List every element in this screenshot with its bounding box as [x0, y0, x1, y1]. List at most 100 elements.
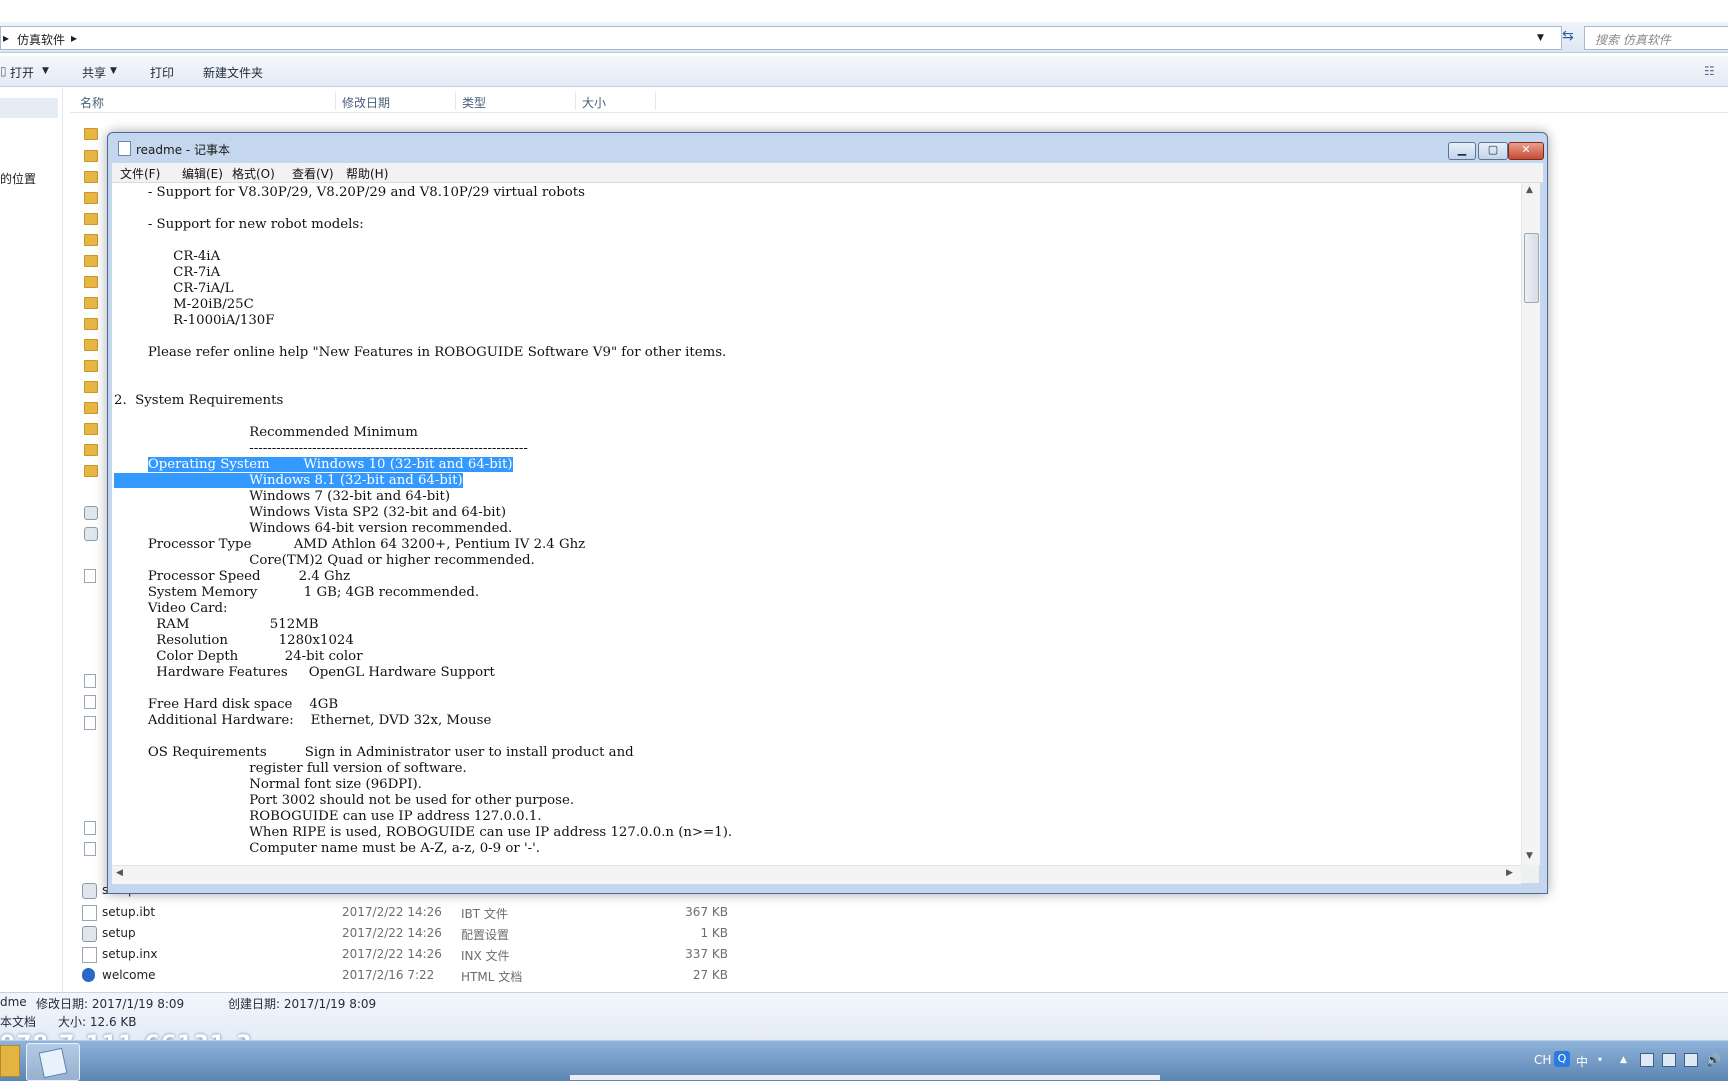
notepad-window: readme - 记事本 ▁ ▢ ✕ 文件(F) 编辑(E) 格式(O) 查看(…: [107, 132, 1548, 894]
device-icon[interactable]: [1662, 1053, 1676, 1067]
column-name[interactable]: 名称: [80, 94, 104, 111]
text-line: Recommended Minimum: [114, 425, 418, 440]
folder-icon: [84, 192, 98, 204]
folder-icon: [84, 234, 98, 246]
action-center-icon[interactable]: [1640, 1053, 1654, 1067]
column-divider[interactable]: [455, 92, 456, 110]
menu-view[interactable]: 查看(V): [292, 165, 334, 182]
maximize-button[interactable]: ▢: [1478, 142, 1508, 160]
refresh-icon[interactable]: ⇆: [1562, 28, 1574, 44]
folder-icon: [84, 318, 98, 330]
column-divider[interactable]: [335, 92, 336, 110]
file-type: HTML 文档: [461, 970, 523, 984]
file-row[interactable]: setup.ibt 2017/2/22 14:26 IBT 文件 367 KB: [80, 902, 728, 923]
ime-arrow-icon[interactable]: ▾: [1598, 1055, 1602, 1064]
network-icon[interactable]: [1684, 1053, 1698, 1067]
file-row[interactable]: setup.inx 2017/2/22 14:26 INX 文件 337 KB: [80, 944, 728, 965]
scroll-left-icon[interactable]: ◀: [116, 868, 123, 878]
folder-icon: [84, 423, 98, 435]
column-divider[interactable]: [575, 92, 576, 110]
folder-icon: [84, 128, 98, 140]
open-dropdown-icon[interactable]: ▼: [42, 66, 49, 76]
text-line: Windows Vista SP2 (32-bit and 64-bit): [114, 505, 507, 520]
html-file-icon: [82, 968, 95, 982]
document-icon: [82, 947, 97, 963]
window-title: readme - 记事本: [136, 143, 231, 157]
menu-help[interactable]: 帮助(H): [346, 165, 388, 182]
nav-item-location[interactable]: 的位置: [0, 170, 36, 187]
open-button[interactable]: 打开: [10, 64, 34, 81]
print-button[interactable]: 打印: [150, 64, 174, 81]
file-row[interactable]: setup 2017/2/22 14:26 配置设置 1 KB: [80, 923, 728, 944]
breadcrumb-item[interactable]: 仿真软件: [17, 31, 65, 48]
share-dropdown-icon[interactable]: ▼: [110, 66, 117, 76]
text-line: Windows 7 (32-bit and 64-bit): [114, 489, 451, 504]
horizontal-scrollbar[interactable]: ◀ ▶: [112, 865, 1521, 884]
text-line: When RIPE is used, ROBOGUIDE can use IP …: [114, 825, 733, 840]
column-date[interactable]: 修改日期: [342, 94, 390, 111]
address-bar: ▸ 仿真软件 ▸ ▼ ⇆ 搜索 仿真软件: [0, 22, 1728, 53]
share-button[interactable]: 共享: [82, 64, 106, 81]
file-row[interactable]: welcome 2017/2/16 7:22 HTML 文档 27 KB: [80, 965, 728, 986]
column-type[interactable]: 类型: [462, 94, 486, 111]
text-line: Port 3002 should not be used for other p…: [114, 793, 575, 808]
text-line: Color Depth 24-bit color: [114, 649, 363, 664]
address-box[interactable]: ▸ 仿真软件 ▸ ▼: [0, 26, 1562, 50]
text-line: CR-7iA/L: [114, 281, 234, 296]
qq-icon[interactable]: Q: [1554, 1051, 1570, 1067]
resize-grip[interactable]: [1521, 865, 1539, 883]
text-line: 2. System Requirements: [114, 393, 284, 408]
text-line: - Support for V8.30P/29, V8.20P/29 and V…: [114, 185, 585, 200]
breadcrumb-arrow-icon[interactable]: ▸: [71, 31, 77, 45]
document-icon: [84, 674, 96, 688]
details-modified: 修改日期: 2017/1/19 8:09: [36, 997, 185, 1011]
selected-text: Windows 8.1 (32-bit and 64-bit): [114, 473, 463, 488]
open-icon[interactable]: ▯: [0, 64, 7, 78]
breadcrumb-arrow-icon[interactable]: ▸: [3, 31, 9, 45]
scroll-thumb[interactable]: [1524, 233, 1539, 303]
search-placeholder: 搜索 仿真软件: [1595, 33, 1671, 47]
scroll-down-icon[interactable]: ▼: [1526, 851, 1533, 861]
text-line: Hardware Features OpenGL Hardware Suppor…: [114, 665, 495, 680]
column-divider[interactable]: [655, 92, 656, 110]
column-size[interactable]: 大小: [582, 94, 606, 111]
notepad-taskbar-button[interactable]: [26, 1043, 80, 1081]
text-line: Video Card:: [114, 601, 228, 616]
view-options-icon[interactable]: ☷: [1704, 64, 1715, 78]
file-size: 1 KB: [700, 926, 728, 940]
search-input[interactable]: 搜索 仿真软件: [1584, 26, 1728, 50]
file-name: setup: [102, 926, 136, 940]
nav-scroll-thumb[interactable]: [0, 98, 58, 118]
column-header: 名称 修改日期 类型 大小: [70, 90, 1728, 113]
show-hidden-icons-icon[interactable]: ▲: [1620, 1055, 1627, 1065]
ime-indicator[interactable]: 中: [1576, 1053, 1588, 1070]
maximize-icon: ▢: [1487, 143, 1499, 156]
text-line: RAM 512MB: [114, 617, 319, 632]
menu-file[interactable]: 文件(F): [120, 165, 160, 182]
scroll-up-icon[interactable]: ▲: [1526, 185, 1533, 195]
close-icon: ✕: [1521, 143, 1531, 156]
scroll-right-icon[interactable]: ▶: [1506, 868, 1513, 878]
menu-edit[interactable]: 编辑(E): [182, 165, 223, 182]
vertical-scrollbar[interactable]: ▲ ▼: [1521, 183, 1540, 865]
navigation-pane: 的位置: [0, 88, 63, 992]
explorer-taskbar-icon[interactable]: [0, 1045, 20, 1077]
file-type: INX 文件: [461, 949, 510, 963]
folder-icon: [84, 381, 98, 393]
file-date: 2017/2/22 14:26: [342, 905, 442, 919]
text-line: CR-4iA: [114, 249, 221, 264]
text-editor[interactable]: - Support for V8.30P/29, V8.20P/29 and V…: [112, 183, 1521, 865]
file-name: setup.ibt: [102, 905, 156, 919]
file-size: 337 KB: [685, 947, 728, 961]
folder-icon: [84, 255, 98, 267]
close-button[interactable]: ✕: [1508, 142, 1544, 160]
details-kind: 本文档: [0, 1015, 37, 1029]
language-indicator[interactable]: CH: [1534, 1053, 1551, 1067]
new-folder-button[interactable]: 新建文件夹: [203, 64, 263, 81]
menu-format[interactable]: 格式(O): [232, 165, 275, 182]
volume-icon[interactable]: 🔊: [1706, 1053, 1721, 1067]
document-icon: [84, 842, 96, 856]
minimize-button[interactable]: ▁: [1448, 142, 1476, 160]
text-line: ----------------------------------------…: [114, 441, 528, 456]
address-dropdown-icon[interactable]: ▼: [1537, 33, 1544, 43]
